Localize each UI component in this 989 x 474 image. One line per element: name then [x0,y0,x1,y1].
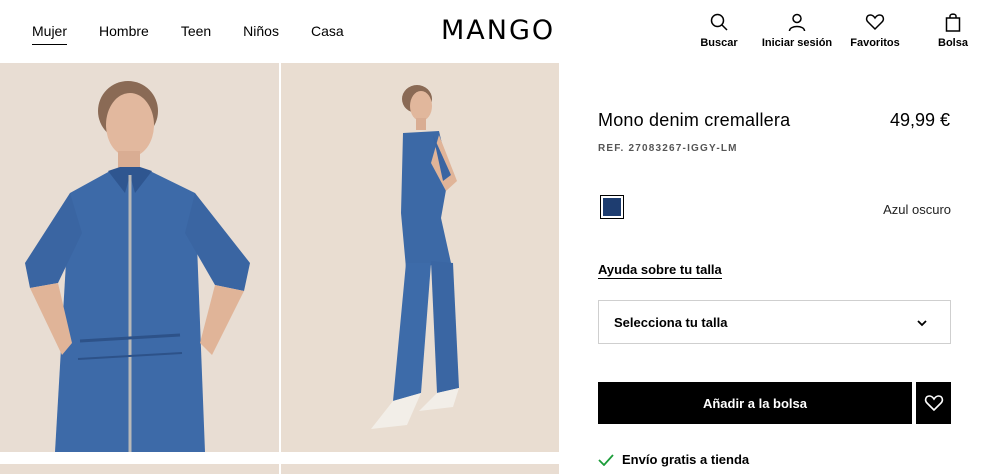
nav-item-ninos[interactable]: Niños [243,23,279,45]
login-button[interactable]: Iniciar sesión [761,12,833,49]
heart-icon [865,14,885,31]
size-select-label: Selecciona tu talla [614,314,728,330]
search-label: Buscar [700,37,738,49]
login-label: Iniciar sesión [761,37,833,49]
site-header: Mujer Hombre Teen Niños Casa MANGO Busca… [0,0,989,62]
favorites-label: Favoritos [850,37,900,49]
model-side-illustration [281,63,559,452]
search-button[interactable]: Buscar [699,12,739,49]
nav-item-casa[interactable]: Casa [311,23,344,45]
model-front-illustration [0,63,279,452]
checkmark-icon [598,453,614,466]
size-select[interactable]: Selecciona tu talla [598,300,951,344]
mango-logo[interactable]: MANGO [441,15,555,46]
user-icon [788,13,806,32]
bag-label: Bolsa [938,37,968,49]
product-title: Mono denim cremallera [598,110,791,130]
search-icon [710,13,728,31]
free-shipping-notice: Envío gratis a tienda [598,452,749,467]
product-price: 49,99 € [889,110,950,130]
add-to-favorites-button[interactable] [916,382,951,424]
nav-item-mujer[interactable]: Mujer [32,23,68,45]
color-name: Azul oscuro [883,202,951,217]
nav-item-teen[interactable]: Teen [181,23,211,45]
free-shipping-label: Envío gratis a tienda [622,452,750,467]
product-image-front[interactable] [0,63,279,452]
product-image-side[interactable] [281,63,559,452]
heart-icon [924,395,943,412]
shopping-bag-icon [945,13,961,32]
bag-button[interactable]: Bolsa [934,12,972,49]
main-nav: Mujer Hombre Teen Niños Casa [32,23,376,45]
product-reference: REF. 27083267-IGGY-LM [598,143,738,154]
size-help-link[interactable]: Ayuda sobre tu talla [598,262,722,279]
color-swatch-fill [603,198,621,216]
add-to-bag-button[interactable]: Añadir a la bolsa [598,382,912,424]
product-image-4[interactable] [281,464,559,474]
nav-item-hombre[interactable]: Hombre [99,23,149,45]
color-swatch-azul-oscuro[interactable] [600,195,624,219]
favorites-button[interactable]: Favoritos [848,12,902,49]
product-image-3[interactable] [0,464,279,474]
chevron-down-icon [917,320,927,327]
